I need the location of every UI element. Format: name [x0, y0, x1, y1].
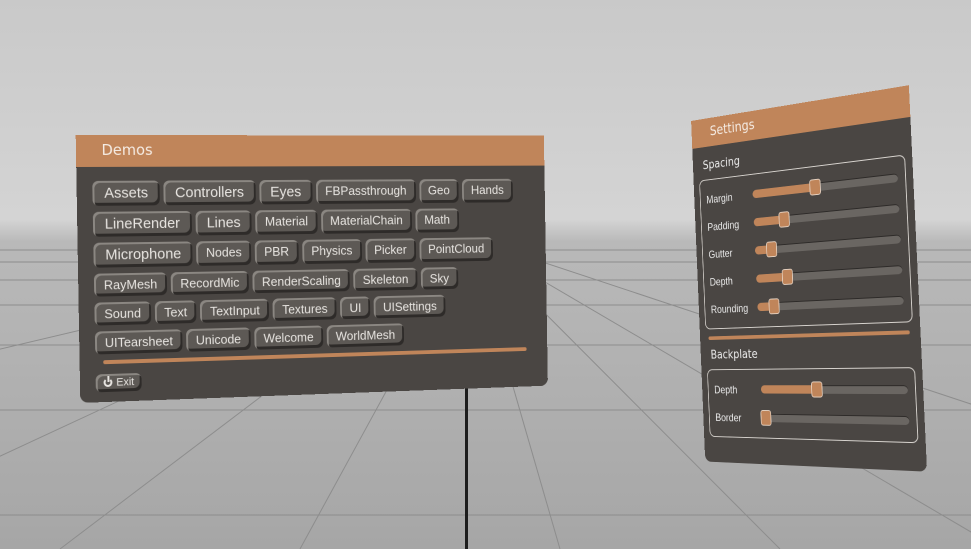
raymesh-button[interactable]: RayMesh [93, 272, 168, 297]
textures-button[interactable]: Textures [272, 297, 337, 321]
slider-fill [752, 182, 816, 199]
slider-handle[interactable] [809, 178, 822, 196]
exit-label: Exit [116, 375, 135, 389]
padding-slider[interactable] [753, 203, 900, 228]
material-button[interactable]: Material [255, 209, 318, 235]
demos-body: Assets Controllers Eyes FBPassthrough Ge… [76, 165, 548, 403]
linerender-button[interactable]: LineRender [92, 210, 192, 237]
slider-handle[interactable] [778, 211, 790, 228]
hands-button[interactable]: Hands [461, 178, 513, 203]
textinput-button[interactable]: TextInput [200, 298, 270, 323]
math-button[interactable]: Math [415, 208, 460, 233]
geo-button[interactable]: Geo [418, 179, 459, 204]
gutter-label: Gutter [708, 246, 733, 261]
unicode-button[interactable]: Unicode [186, 327, 251, 352]
pole [465, 380, 468, 549]
nodes-button[interactable]: Nodes [196, 240, 252, 266]
controllers-button[interactable]: Controllers [163, 180, 256, 206]
button-row: RayMesh RecordMic RenderScaling Skeleton… [93, 266, 533, 297]
worldmesh-button[interactable]: WorldMesh [326, 323, 405, 348]
settings-body: Spacing Margin Padding Gutter Depth Roun… [692, 116, 928, 472]
eyes-button[interactable]: Eyes [258, 179, 313, 205]
text-button[interactable]: Text [154, 300, 197, 325]
button-row: Assets Controllers Eyes FBPassthrough Ge… [92, 178, 531, 206]
gutter-slider[interactable] [754, 234, 902, 258]
welcome-button[interactable]: Welcome [254, 325, 324, 350]
depth-label: Depth [709, 274, 733, 289]
button-row: Microphone Nodes PBR Physics Picker Poin… [93, 237, 532, 268]
rounding-label: Rounding [710, 301, 749, 316]
slider-fill [760, 385, 818, 394]
depth-slider[interactable] [756, 265, 903, 286]
backplate-depth-label: Depth [713, 383, 738, 396]
backplate-depth-slider-row: Depth [714, 374, 909, 405]
microphone-button[interactable]: Microphone [93, 241, 193, 268]
power-icon [103, 377, 113, 388]
slider-handle[interactable] [765, 241, 777, 258]
backplate-depth-slider[interactable] [760, 381, 909, 398]
backplate-label: Backplate [710, 347, 758, 363]
slider-handle[interactable] [760, 410, 772, 426]
uitearsheet-button[interactable]: UITearsheet [94, 329, 183, 355]
backplate-group: Depth Border [707, 367, 919, 444]
sound-button[interactable]: Sound [94, 301, 151, 326]
settings-window: Settings Spacing Margin Padding Gutter D… [691, 85, 928, 474]
exit-button[interactable]: Exit [95, 372, 143, 392]
slider-handle[interactable] [768, 298, 780, 315]
slider-handle[interactable] [781, 268, 794, 286]
padding-label: Padding [707, 217, 740, 234]
lines-button[interactable]: Lines [195, 210, 253, 236]
demos-window: Demos Assets Controllers Eyes FBPassthro… [75, 134, 548, 403]
border-slider[interactable] [760, 410, 910, 426]
divider [708, 330, 910, 341]
pointcloud-button[interactable]: PointCloud [419, 237, 494, 263]
margin-label: Margin [706, 190, 733, 206]
materialchain-button[interactable]: MaterialChain [320, 208, 413, 234]
uisettings-button[interactable]: UISettings [373, 294, 446, 319]
assets-button[interactable]: Assets [92, 180, 160, 206]
sky-button[interactable]: Sky [420, 267, 459, 290]
picker-button[interactable]: Picker [364, 238, 416, 263]
ui-button[interactable]: UI [340, 296, 371, 320]
spacing-group: Margin Padding Gutter Depth Rounding [699, 154, 913, 330]
button-row: LineRender Lines Material MaterialChain … [92, 208, 532, 237]
renderscaling-button[interactable]: RenderScaling [252, 269, 351, 294]
physics-button[interactable]: Physics [301, 239, 362, 265]
fbpassthrough-button[interactable]: FBPassthrough [315, 179, 416, 204]
skeleton-button[interactable]: Skeleton [353, 267, 418, 292]
border-label: Border [715, 410, 742, 424]
slider-handle[interactable] [810, 381, 823, 398]
rounding-slider[interactable] [757, 295, 905, 315]
pbr-button[interactable]: PBR [254, 239, 299, 265]
border-slider-row: Border [715, 403, 910, 436]
recordmic-button[interactable]: RecordMic [170, 270, 250, 295]
demos-title[interactable]: Demos [75, 134, 545, 167]
